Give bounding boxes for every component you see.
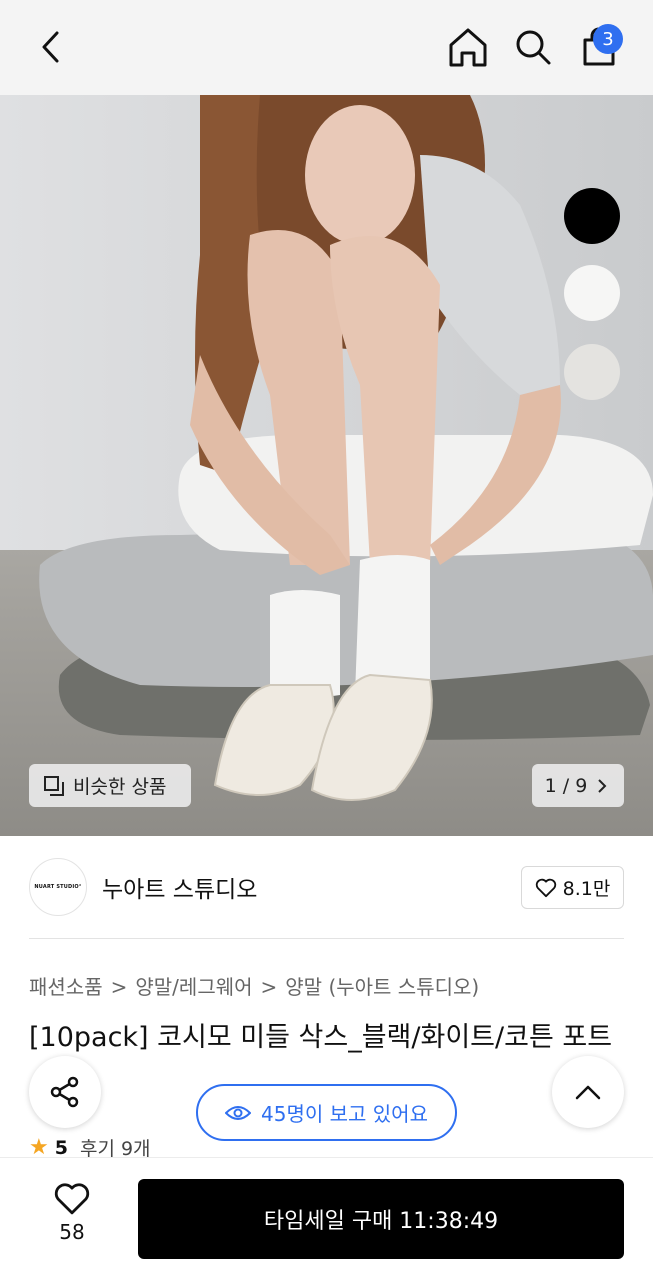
bottom-purchase-bar: 58 타임세일 구매 11:38:49 (0, 1157, 653, 1280)
top-bar: 3 (0, 0, 653, 95)
copy-icon (43, 775, 65, 797)
heart-icon (535, 878, 557, 898)
brand-row: NUART STUDIO° 누아트 스튜디오 8.1만 (29, 858, 624, 916)
page-counter-label: 1 / 9 (544, 774, 588, 797)
scroll-to-top-button[interactable] (552, 1056, 624, 1128)
rating-score: 5 (54, 1136, 68, 1159)
chevron-right-icon (598, 778, 607, 793)
heart-icon (54, 1183, 90, 1215)
breadcrumb-item[interactable]: 패션소품 (29, 975, 103, 999)
product-photo (0, 95, 653, 836)
brand-logo-text: NUART STUDIO° (34, 884, 82, 890)
buy-button[interactable]: 타임세일 구매 11:38:49 (138, 1179, 624, 1259)
brand-logo[interactable]: NUART STUDIO° (29, 858, 87, 916)
live-viewers-indicator: 45명이 보고 있어요 (196, 1084, 457, 1141)
share-icon (50, 1076, 79, 1108)
product-image-gallery[interactable] (0, 95, 653, 836)
image-page-counter[interactable]: 1 / 9 (532, 764, 624, 807)
home-button[interactable] (446, 24, 490, 70)
live-viewers-label: 45명이 보고 있어요 (261, 1102, 428, 1126)
breadcrumb-item[interactable]: 양말/레그웨어 (135, 975, 252, 999)
chevron-left-icon (42, 31, 59, 63)
breadcrumb-separator-icon: > (110, 975, 128, 999)
divider (29, 938, 624, 939)
color-swatch-black[interactable] (564, 188, 620, 244)
product-title: [10pack] 코시모 미들 삭스_블랙/화이트/코튼 포트 (29, 1022, 613, 1053)
back-button[interactable] (29, 24, 73, 70)
brand-like-button[interactable]: 8.1만 (521, 866, 624, 909)
chevron-up-icon (575, 1085, 601, 1100)
color-swatch-gray[interactable] (564, 344, 620, 400)
home-icon (449, 28, 487, 67)
brand-name[interactable]: 누아트 스튜디오 (102, 870, 257, 904)
wishlist-count: 58 (59, 1220, 85, 1244)
similar-products-label: 비슷한 상품 (73, 776, 167, 798)
search-icon (516, 30, 551, 65)
brand-like-count: 8.1만 (562, 878, 611, 900)
breadcrumb-item[interactable]: 양말 (누아트 스튜디오) (285, 975, 479, 999)
color-swatch-white[interactable] (564, 265, 620, 321)
share-button[interactable] (29, 1056, 101, 1128)
similar-products-button[interactable]: 비슷한 상품 (29, 764, 191, 807)
cart-count-badge: 3 (593, 24, 623, 54)
search-button[interactable] (511, 24, 555, 70)
breadcrumb-separator-icon: > (260, 975, 278, 999)
breadcrumb: 패션소품 > 양말/레그웨어 > 양말 (누아트 스튜디오) (29, 971, 479, 1000)
eye-icon (225, 1104, 252, 1122)
wishlist-button[interactable]: 58 (40, 1182, 104, 1252)
